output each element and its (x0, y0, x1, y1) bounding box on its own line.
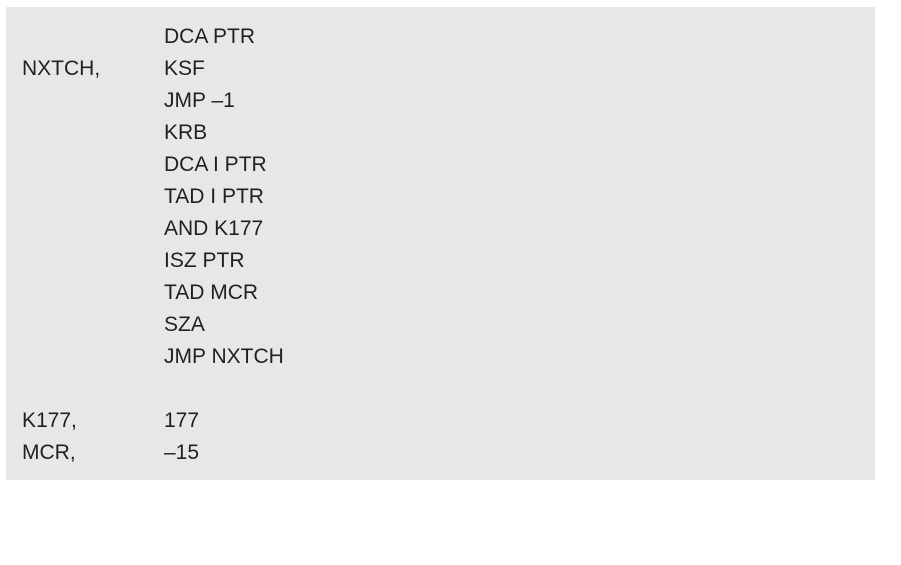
code-instruction: TAD MCR (164, 281, 259, 304)
code-instruction: DCA PTR (164, 25, 256, 48)
code-label: NXTCH, (22, 57, 101, 80)
code-line: JMP –1 (6, 85, 875, 117)
code-listing-panel: DCA PTR NXTCH, KSF JMP –1 KRB DCA I PTR … (6, 7, 875, 480)
code-instruction: JMP NXTCH (164, 345, 284, 368)
code-instruction: –15 (164, 441, 200, 464)
code-line: AND K177 (6, 213, 875, 245)
code-instruction: KSF (164, 57, 205, 80)
code-line: ISZ PTR (6, 245, 875, 277)
code-instruction: 177 (164, 409, 200, 432)
code-label: MCR, (22, 441, 76, 464)
code-instruction: DCA I PTR (164, 153, 267, 176)
code-line: KRB (6, 117, 875, 149)
code-line: MCR, –15 (6, 437, 875, 469)
code-label: K177, (22, 409, 77, 432)
code-instruction: JMP –1 (164, 89, 235, 112)
code-instruction: SZA (164, 313, 205, 336)
code-line: NXTCH, KSF (6, 53, 875, 85)
code-line: JMP NXTCH (6, 341, 875, 373)
code-instruction: TAD I PTR (164, 185, 264, 208)
code-line: TAD MCR (6, 277, 875, 309)
code-instruction: KRB (164, 121, 208, 144)
code-line: K177, 177 (6, 405, 875, 437)
code-instruction: ISZ PTR (164, 249, 245, 272)
code-instruction: AND K177 (164, 217, 264, 240)
code-line: TAD I PTR (6, 181, 875, 213)
code-line: DCA PTR (6, 21, 875, 53)
code-line: DCA I PTR (6, 149, 875, 181)
code-line: SZA (6, 309, 875, 341)
